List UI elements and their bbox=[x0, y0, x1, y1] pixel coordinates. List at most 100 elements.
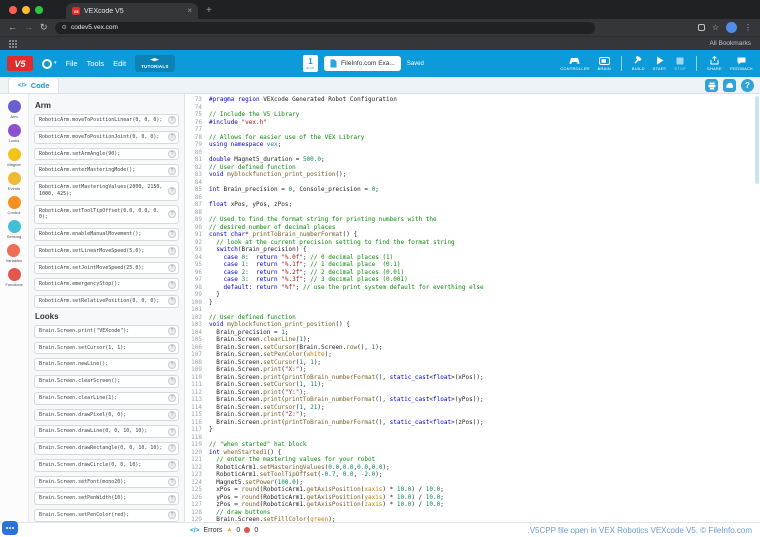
share-button[interactable]: SHARE bbox=[707, 56, 722, 71]
help-icon[interactable]: ? bbox=[168, 116, 176, 125]
category-looks[interactable]: Looks bbox=[7, 124, 21, 143]
code-line[interactable]: 117} bbox=[185, 426, 760, 434]
code-line[interactable]: 124 Magnet5.setPower(100.0); bbox=[185, 479, 760, 487]
extensions-icon[interactable] bbox=[697, 24, 705, 31]
category-variables[interactable]: Variables bbox=[6, 244, 22, 263]
code-line[interactable]: 107 Brain.Screen.setPenColor(white); bbox=[185, 351, 760, 359]
command-pill[interactable]: RoboticArm.moveToPositionLinear(0, 0, 0)… bbox=[34, 114, 179, 127]
category-sensing[interactable]: Sensing bbox=[7, 220, 21, 239]
code-line[interactable]: 119 // "when started" hat block bbox=[185, 441, 760, 449]
all-bookmarks-button[interactable]: All Bookmarks bbox=[709, 40, 751, 47]
browser-menu-icon[interactable]: ⋮ bbox=[744, 23, 752, 32]
code-line[interactable]: 123 RoboticArm1.setToolTipOffset(-0.7, 0… bbox=[185, 471, 760, 479]
code-line[interactable]: 93 switch(Brain_precision) { bbox=[185, 246, 760, 254]
category-magnet[interactable]: Magnet bbox=[7, 148, 21, 167]
forward-icon[interactable]: → bbox=[24, 23, 33, 32]
command-pill[interactable]: RoboticArm.enableManualMovement();? bbox=[34, 228, 179, 241]
help-icon[interactable]: ? bbox=[168, 444, 176, 453]
command-pill[interactable]: Brain.Screen.setCursor(1, 1);? bbox=[34, 341, 179, 355]
code-line[interactable]: 92 // look at the current precision sett… bbox=[185, 239, 760, 247]
command-pill[interactable]: RoboticArm.enterMasteringMode();? bbox=[34, 164, 179, 177]
code-line[interactable]: 81 double Magnet5_duration = 500.0; bbox=[185, 156, 760, 164]
code-line[interactable]: 79 using namespace vex; bbox=[185, 141, 760, 149]
command-pill[interactable]: Brain.Screen.setFont(mono20);? bbox=[34, 475, 179, 489]
help-icon[interactable]: ? bbox=[168, 343, 176, 352]
command-pill[interactable]: RoboticArm.setArmAngle(90);? bbox=[34, 147, 179, 161]
window-close-button[interactable] bbox=[9, 5, 17, 14]
command-pill[interactable]: RoboticArm.setLinearMoveSpeed(5.0);? bbox=[34, 244, 179, 258]
code-line[interactable]: 100} bbox=[185, 299, 760, 307]
code-line[interactable]: 126 yPos = round(RoboticArm1.getAxisPosi… bbox=[185, 494, 760, 502]
code-line[interactable]: 105 Brain.Screen.clearLine(1); bbox=[185, 336, 760, 344]
help-icon[interactable]: ? bbox=[168, 297, 176, 306]
code-line[interactable]: 127 zPos = round(RoboticArm1.getAxisPosi… bbox=[185, 501, 760, 509]
bookmark-star-icon[interactable]: ☆ bbox=[712, 23, 719, 32]
code-line[interactable]: 73 #pragma region VEXcode Generated Robot… bbox=[185, 96, 760, 104]
help-icon[interactable]: ? bbox=[168, 377, 176, 386]
help-icon[interactable]: ? bbox=[168, 427, 176, 436]
profile-avatar[interactable] bbox=[726, 22, 737, 33]
code-line[interactable]: 120 int whenStarted1() { bbox=[185, 449, 760, 457]
code-line[interactable]: 103 void myblockfunction_print_position()… bbox=[185, 321, 760, 329]
code-line[interactable]: 95 case 1: return "%.1f"; // 1 decimal p… bbox=[185, 261, 760, 269]
command-pill[interactable]: Brain.Screen.drawCircle(0, 0, 10);? bbox=[34, 458, 179, 472]
command-pill[interactable]: Brain.Screen.setPenColor(red);? bbox=[34, 509, 179, 522]
help-icon[interactable]: ? bbox=[168, 461, 176, 470]
code-line[interactable]: 94 case 0: return "%.0f"; // 0 decimal p… bbox=[185, 254, 760, 262]
command-pill[interactable]: RoboticArm.moveToPositionJoint(0, 0, 0);… bbox=[34, 130, 179, 144]
code-line[interactable]: 128 // draw buttons bbox=[185, 509, 760, 517]
browser-tab[interactable]: V5 VEXcode V5 × bbox=[66, 3, 198, 19]
code-line[interactable]: 108 Brain.Screen.setCursor(1, 1); bbox=[185, 359, 760, 367]
menu-edit[interactable]: Edit bbox=[113, 59, 126, 68]
help-icon[interactable]: ? bbox=[168, 511, 176, 520]
code-line[interactable]: 90 // desired number of decimal places bbox=[185, 224, 760, 232]
code-line[interactable]: 96 case 2: return "%.2f"; // 2 decimal p… bbox=[185, 269, 760, 277]
code-line[interactable]: 118 bbox=[185, 434, 760, 442]
code-line[interactable]: 82 // User defined function bbox=[185, 164, 760, 172]
code-line[interactable]: 78 // Allows for easier use of the VEX Li… bbox=[185, 134, 760, 142]
help-button[interactable]: ? bbox=[741, 79, 754, 92]
code-line[interactable]: 99 } bbox=[185, 291, 760, 299]
help-icon[interactable]: ? bbox=[168, 280, 176, 289]
command-pill[interactable]: Brain.Screen.newLine();? bbox=[34, 358, 179, 371]
command-pill[interactable]: Brain.Screen.drawPixel(0, 0);? bbox=[34, 408, 179, 422]
code-line[interactable]: 91 const char* printToBrain_numberFormat(… bbox=[185, 231, 760, 239]
help-icon[interactable]: ? bbox=[168, 210, 176, 219]
code-line[interactable]: 85 int Brain_precision = 0, Console_preci… bbox=[185, 186, 760, 194]
command-pill[interactable]: Brain.Screen.drawLine(0, 0, 10, 10);? bbox=[34, 425, 179, 438]
build-button[interactable]: BUILD bbox=[632, 56, 645, 71]
stop-button[interactable]: STOP bbox=[674, 57, 686, 71]
tab-code[interactable]: </> Code bbox=[8, 77, 60, 93]
code-line[interactable]: 87 float xPos, yPos, zPos; bbox=[185, 201, 760, 209]
reload-icon[interactable]: ↻ bbox=[40, 23, 48, 32]
scrollbar-thumb[interactable] bbox=[755, 96, 759, 184]
code-line[interactable]: 76 #include "vex.h" bbox=[185, 119, 760, 127]
code-line[interactable]: 116 Brain.Screen.print(printToBrain_numb… bbox=[185, 419, 760, 427]
command-pill[interactable]: Brain.Screen.print("VEXcode");? bbox=[34, 324, 179, 338]
brain-button[interactable]: BRAIN bbox=[598, 56, 611, 71]
help-icon[interactable]: ? bbox=[168, 477, 176, 486]
code-line[interactable]: 80 bbox=[185, 149, 760, 157]
code-line[interactable]: 112 Brain.Screen.print("Y:"); bbox=[185, 389, 760, 397]
code-line[interactable]: 97 case 3: return "%.3f"; // 3 decimal p… bbox=[185, 276, 760, 284]
code-line[interactable]: 89 // Used to find the format string for … bbox=[185, 216, 760, 224]
command-pill[interactable]: RoboticArm.setMasteringValues(2000, 2150… bbox=[34, 181, 179, 201]
help-icon[interactable]: ? bbox=[168, 360, 176, 369]
code-line[interactable]: 109 Brain.Screen.print("X:"); bbox=[185, 366, 760, 374]
errors-summary[interactable]: </> Errors ▲ 0 0 bbox=[190, 527, 258, 534]
site-settings-icon[interactable]: ⚙ bbox=[62, 25, 67, 31]
category-functions[interactable]: Functions bbox=[5, 268, 23, 287]
code-line[interactable]: 101 bbox=[185, 306, 760, 314]
code-line[interactable]: 113 Brain.Screen.print(printToBrain_numb… bbox=[185, 396, 760, 404]
code-line[interactable]: 98 default: return "%f"; // use the prin… bbox=[185, 284, 760, 292]
code-line[interactable]: 83 void myblockfunction_print_position(); bbox=[185, 171, 760, 179]
cloud-button[interactable] bbox=[723, 79, 736, 92]
code-line[interactable]: 77 bbox=[185, 126, 760, 134]
help-icon[interactable]: ? bbox=[168, 494, 176, 503]
code-line[interactable]: 125 xPos = round(RoboticArm1.getAxisPosi… bbox=[185, 486, 760, 494]
device-selector[interactable]: ▾ bbox=[42, 58, 57, 69]
help-icon[interactable]: ? bbox=[168, 394, 176, 403]
command-pill[interactable]: Brain.Screen.drawRectangle(0, 0, 10, 10)… bbox=[34, 442, 179, 455]
start-button[interactable]: START bbox=[653, 56, 667, 71]
code-line[interactable]: 111 Brain.Screen.setCursor(1, 11); bbox=[185, 381, 760, 389]
